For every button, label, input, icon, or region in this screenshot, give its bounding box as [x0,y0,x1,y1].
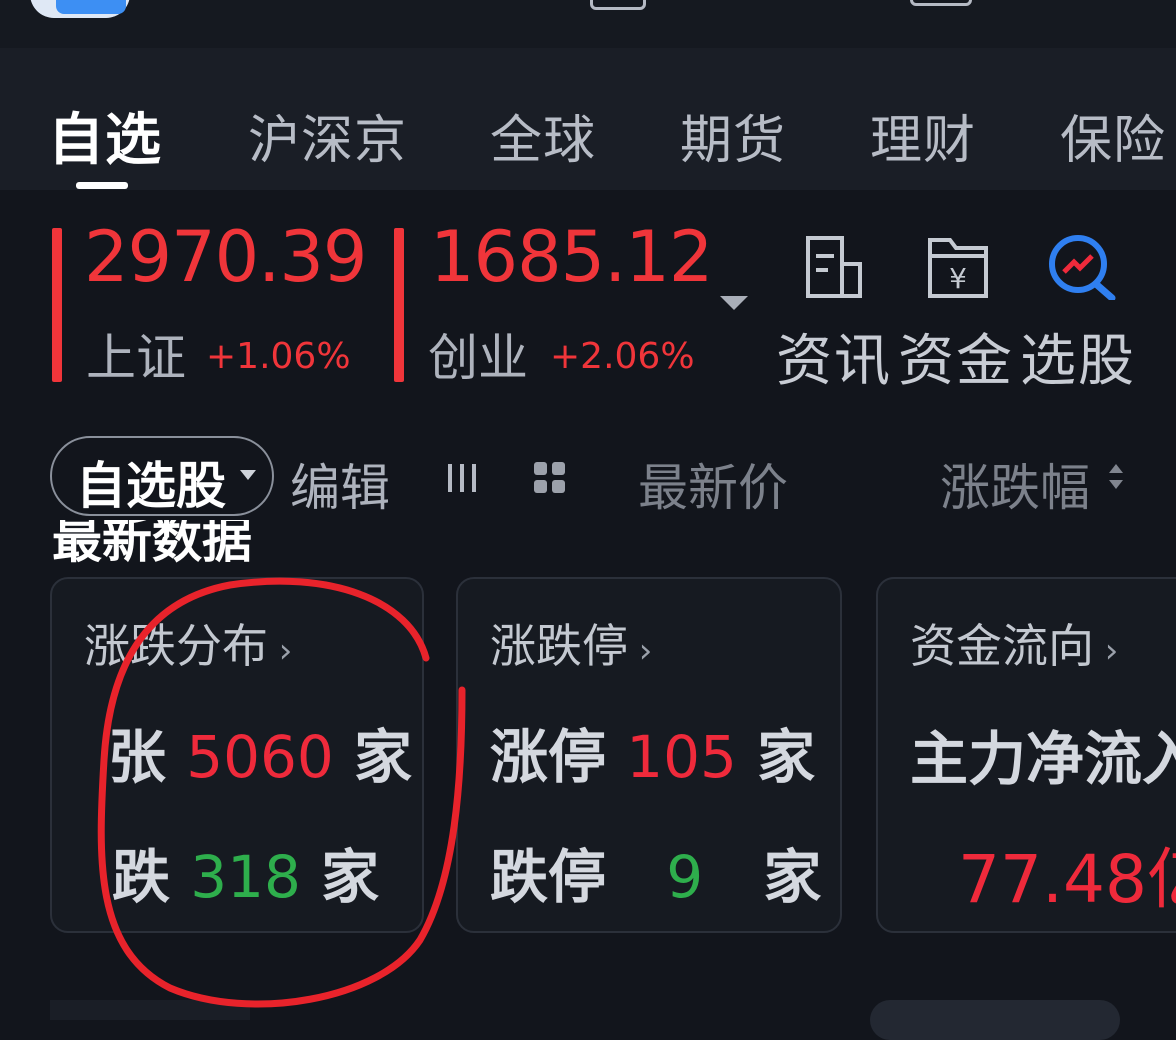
limit-up-prefix: 涨停 [490,723,607,791]
card-title[interactable]: 涨跌分布 › [84,610,292,676]
chevron-right-icon: › [268,631,293,671]
unit: 家 [354,723,413,791]
action-label-funds[interactable]: 资金 [898,316,1014,397]
change-pct-header[interactable]: 涨跌幅 [940,448,1090,520]
action-label-stock-picker[interactable]: 选股 [1020,316,1136,397]
up-count-line: 张 5060 家 [108,710,412,794]
yuan-document-icon[interactable]: ¥ [926,234,990,300]
limit-up-count: 105 [626,723,737,791]
grid-view-icon[interactable] [534,462,566,494]
card-title-text: 资金流向 [910,619,1094,673]
active-tab-indicator [76,182,128,189]
limit-down-line: 跌停 9 家 [490,830,821,914]
unit: 家 [321,843,380,911]
index-change-chinext: +2.06% [550,336,695,377]
limit-down-prefix: 跌停 [490,843,607,911]
unit: 家 [757,723,816,791]
status-icon [590,0,646,10]
tab-shanghai-shenzhen-beijing[interactable]: 沪深京 [248,98,407,173]
index-name-shanghai: 上证 [86,329,186,387]
news-document-icon[interactable] [802,234,866,300]
index-accent-bar [394,228,404,382]
sort-up-icon[interactable] [1109,464,1123,473]
down-count: 318 [190,843,301,911]
limit-up-line: 涨停 105 家 [490,710,815,794]
index-value-chinext[interactable]: 1685.12 [430,216,713,298]
chevron-right-icon: › [628,631,653,671]
index-value-shanghai[interactable]: 2970.39 [84,216,367,298]
latest-price-header[interactable]: 最新价 [638,448,788,520]
next-section-title [50,1000,250,1020]
card-title-text: 涨跌分布 [84,619,268,673]
svg-text:¥: ¥ [949,262,967,295]
up-count: 5060 [186,723,334,791]
chevron-right-icon: › [1094,631,1119,671]
stock-search-icon[interactable] [1046,234,1118,300]
app-logo-badge [56,0,126,14]
card-title[interactable]: 涨跌停 › [490,610,652,676]
status-bar [0,0,1176,48]
limit-down-count: 9 [666,843,704,911]
status-icon [910,0,972,6]
card-title-text: 涨跌停 [490,619,628,673]
main-net-inflow-value: 77.48亿 [958,841,1176,918]
down-count-line: 跌 318 家 [112,830,379,914]
list-view-icon[interactable] [446,462,480,494]
watchlist-group-label[interactable]: 自选股 [76,446,226,518]
tab-global[interactable]: 全球 [490,98,596,173]
chevron-down-icon [240,470,256,480]
index-change-shanghai: +1.06% [206,336,351,377]
down-prefix: 跌 [112,843,171,911]
tab-watchlist[interactable]: 自选 [48,95,162,176]
tab-insurance[interactable]: 保险 [1060,98,1166,173]
next-section-control[interactable] [870,1000,1120,1040]
edit-button[interactable]: 编辑 [290,448,390,520]
tab-wealth[interactable]: 理财 [870,98,976,173]
main-net-inflow-label: 主力净流入 [910,725,1176,793]
card-title[interactable]: 资金流向 › [910,610,1118,676]
action-label-news[interactable]: 资讯 [776,316,892,397]
sort-down-icon[interactable] [1109,480,1123,489]
up-prefix: 张 [108,723,167,791]
index-name-chinext: 创业 [428,329,528,387]
unit: 家 [763,843,822,911]
expand-indices-caret-icon[interactable] [720,296,748,310]
tab-futures[interactable]: 期货 [680,98,786,173]
index-accent-bar [52,228,62,382]
